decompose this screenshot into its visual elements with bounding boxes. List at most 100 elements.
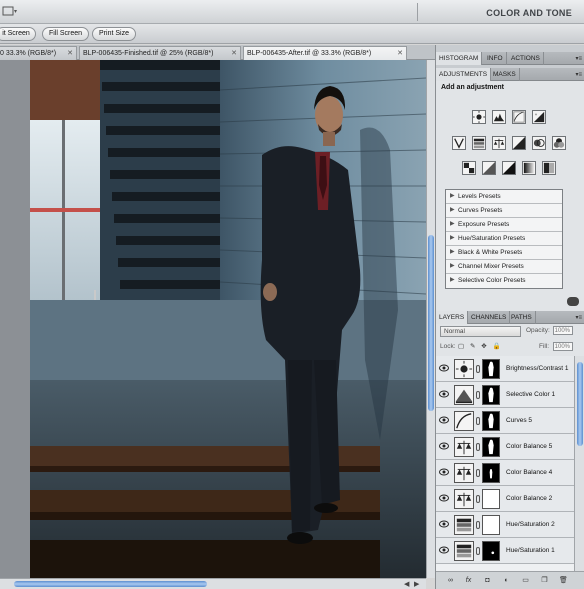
scroll-left-icon[interactable]: ◀ bbox=[404, 580, 409, 588]
layer-mask-thumbnail[interactable] bbox=[482, 541, 500, 561]
scroll-right-icon[interactable]: ▶ bbox=[414, 580, 419, 588]
photo-filter-icon[interactable] bbox=[532, 136, 546, 150]
link-icon[interactable] bbox=[476, 521, 480, 529]
layer-name: Color Balance 5 bbox=[506, 443, 553, 450]
layer-row[interactable]: Color Balance 5 bbox=[436, 434, 574, 460]
layer-row[interactable]: Brightness/Contrast 1 bbox=[436, 356, 574, 382]
link-icon[interactable] bbox=[476, 443, 480, 451]
visibility-eye-icon[interactable] bbox=[439, 442, 449, 450]
new-adjustment-icon[interactable]: ◐ bbox=[502, 576, 511, 585]
preset-selective-color[interactable]: ▶ Selective Color Presets bbox=[446, 274, 562, 288]
layer-mask-thumbnail[interactable] bbox=[482, 489, 500, 509]
tab-histogram[interactable]: HISTOGRAM bbox=[436, 52, 483, 65]
document-tab-active[interactable]: BLP-006435-After.tif @ 33.3% (RGB/8*) ✕ bbox=[243, 46, 407, 61]
close-icon[interactable]: ✕ bbox=[397, 47, 403, 60]
layer-mask-thumbnail[interactable] bbox=[482, 359, 500, 379]
scroll-thumb[interactable] bbox=[577, 362, 583, 446]
panel-menu-icon[interactable]: ▾≡ bbox=[575, 314, 582, 321]
layer-mask-thumbnail[interactable] bbox=[482, 515, 500, 535]
tab-paths[interactable]: PATHS bbox=[508, 311, 536, 324]
fill-screen-button[interactable]: Fill Screen bbox=[42, 27, 89, 41]
vibrance-icon[interactable] bbox=[452, 136, 466, 150]
preset-curves[interactable]: ▶ Curves Presets bbox=[446, 204, 562, 218]
link-icon[interactable] bbox=[476, 547, 480, 555]
clip-icon[interactable] bbox=[567, 297, 579, 306]
tab-layers[interactable]: LAYERS bbox=[436, 311, 469, 324]
layers-scrollbar[interactable] bbox=[574, 356, 584, 582]
workspace-label[interactable]: COLOR AND TONE bbox=[486, 8, 572, 18]
tab-actions[interactable]: ACTIONS bbox=[508, 52, 544, 65]
curves-icon[interactable] bbox=[512, 110, 526, 124]
hue-saturation-icon[interactable] bbox=[472, 136, 486, 150]
preset-black-white[interactable]: ▶ Black & White Presets bbox=[446, 246, 562, 260]
brightness-contrast-icon[interactable] bbox=[472, 110, 486, 124]
link-icon[interactable] bbox=[476, 495, 480, 503]
preset-exposure[interactable]: ▶ Exposure Presets bbox=[446, 218, 562, 232]
layer-mask-thumbnail[interactable] bbox=[482, 385, 500, 405]
visibility-eye-icon[interactable] bbox=[439, 416, 449, 424]
trash-icon[interactable]: 🗑 bbox=[559, 576, 568, 585]
canvas-vertical-scrollbar[interactable] bbox=[426, 60, 435, 578]
layer-name: Selective Color 1 bbox=[506, 391, 556, 398]
exposure-icon[interactable]: + bbox=[532, 110, 546, 124]
link-icon[interactable] bbox=[476, 469, 480, 477]
visibility-eye-icon[interactable] bbox=[439, 494, 449, 502]
scroll-thumb[interactable] bbox=[14, 581, 207, 587]
visibility-eye-icon[interactable] bbox=[439, 468, 449, 476]
gradient-map-icon[interactable] bbox=[522, 161, 536, 175]
layer-row[interactable]: Selective Color 1 bbox=[436, 382, 574, 408]
layer-row[interactable]: Color Balance 2 bbox=[436, 486, 574, 512]
document-tab[interactable]: BLP-006435-Finished.tif @ 25% (RGB/8*) ✕ bbox=[79, 46, 241, 60]
new-group-icon[interactable]: ▭ bbox=[521, 576, 530, 585]
document-tab[interactable]: 0 33.3% (RGB/8*) ✕ bbox=[0, 46, 77, 60]
tab-info[interactable]: INFO bbox=[484, 52, 507, 65]
scroll-thumb[interactable] bbox=[428, 235, 434, 411]
new-layer-icon[interactable]: ❐ bbox=[540, 576, 549, 585]
link-icon[interactable] bbox=[476, 417, 480, 425]
fit-screen-button[interactable]: it Screen bbox=[0, 27, 36, 41]
visibility-eye-icon[interactable] bbox=[439, 546, 449, 554]
levels-icon[interactable] bbox=[492, 110, 506, 124]
color-balance-icon[interactable] bbox=[492, 136, 506, 150]
canvas-horizontal-scrollbar[interactable]: ◀ ▶ bbox=[0, 578, 426, 589]
opacity-field[interactable]: 100% bbox=[553, 326, 573, 335]
tab-channels[interactable]: CHANNELS bbox=[468, 311, 511, 324]
link-icon[interactable] bbox=[476, 365, 480, 373]
preset-levels[interactable]: ▶ Levels Presets bbox=[446, 190, 562, 204]
add-mask-icon[interactable]: ◘ bbox=[483, 576, 492, 585]
threshold-icon[interactable] bbox=[502, 161, 516, 175]
layer-mask-thumbnail[interactable] bbox=[482, 463, 500, 483]
tab-adjustments[interactable]: ADJUSTMENTS bbox=[436, 68, 492, 81]
lock-icons[interactable]: ▢ ✎ ✥ 🔒 bbox=[458, 342, 503, 350]
selective-color-icon[interactable] bbox=[542, 161, 556, 175]
channel-mixer-icon[interactable] bbox=[552, 136, 566, 150]
layer-row[interactable]: Curves 5 bbox=[436, 408, 574, 434]
print-size-button[interactable]: Print Size bbox=[92, 27, 136, 41]
posterize-icon[interactable] bbox=[482, 161, 496, 175]
visibility-eye-icon[interactable] bbox=[439, 520, 449, 528]
link-icon[interactable] bbox=[476, 391, 480, 399]
document-image[interactable] bbox=[30, 60, 426, 578]
black-white-icon[interactable] bbox=[512, 136, 526, 150]
layer-row[interactable]: Color Balance 4 bbox=[436, 460, 574, 486]
layers-panel: LAYERS CHANNELS PATHS ▾≡ Normal Opacity:… bbox=[436, 311, 584, 589]
visibility-eye-icon[interactable] bbox=[439, 390, 449, 398]
blend-mode-select[interactable]: Normal bbox=[440, 326, 521, 337]
layer-row[interactable]: Hue/Saturation 1 bbox=[436, 538, 574, 564]
invert-icon[interactable] bbox=[462, 161, 476, 175]
visibility-eye-icon[interactable] bbox=[439, 364, 449, 372]
fill-field[interactable]: 100% bbox=[553, 342, 573, 351]
panel-menu-icon[interactable]: ▾≡ bbox=[575, 71, 582, 78]
screen-mode-icon[interactable] bbox=[2, 6, 18, 17]
close-icon[interactable]: ✕ bbox=[231, 47, 237, 60]
preset-hue-saturation[interactable]: ▶ Hue/Saturation Presets bbox=[446, 232, 562, 246]
layer-mask-thumbnail[interactable] bbox=[482, 437, 500, 457]
panel-menu-icon[interactable]: ▾≡ bbox=[575, 55, 582, 62]
link-layers-icon[interactable]: ∞ bbox=[446, 576, 455, 585]
tab-masks[interactable]: MASKS bbox=[490, 68, 520, 81]
layer-row[interactable]: Hue/Saturation 2 bbox=[436, 512, 574, 538]
fx-icon[interactable]: fx bbox=[464, 576, 473, 585]
preset-channel-mixer[interactable]: ▶ Channel Mixer Presets bbox=[446, 260, 562, 274]
close-icon[interactable]: ✕ bbox=[67, 47, 73, 60]
layer-mask-thumbnail[interactable] bbox=[482, 411, 500, 431]
